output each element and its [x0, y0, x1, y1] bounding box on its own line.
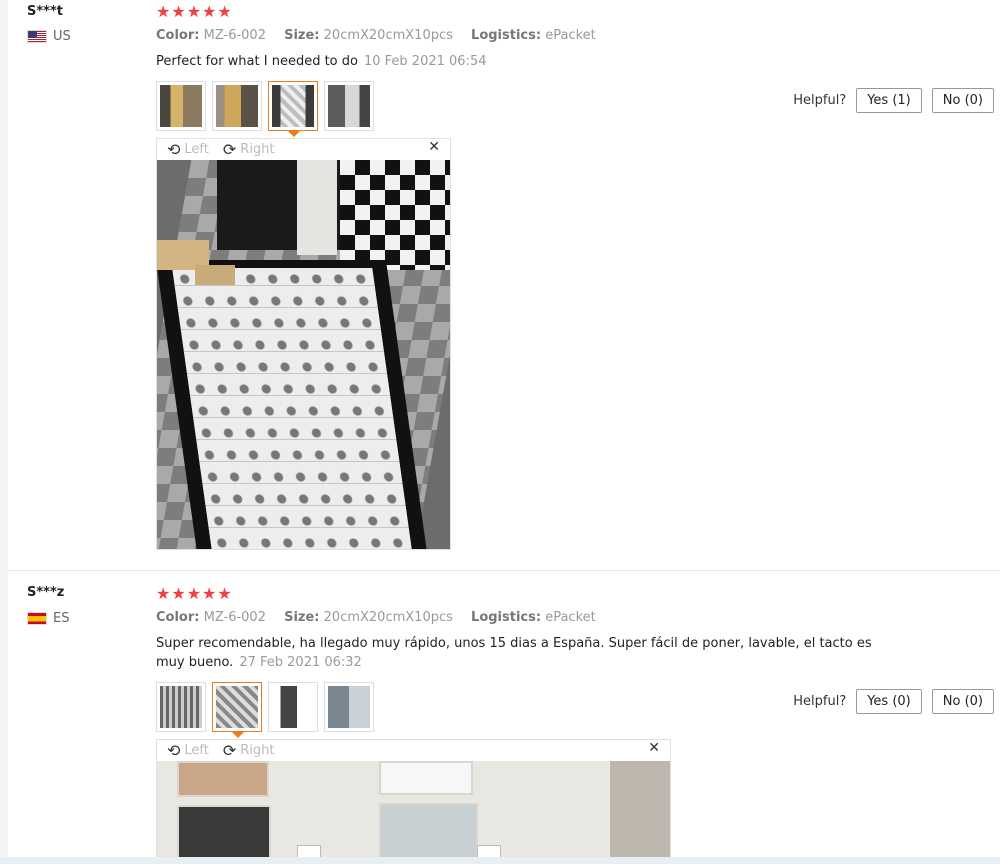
reviewer-name: S***t [27, 4, 63, 19]
country-code: US [53, 29, 71, 44]
helpful-label: Helpful? [793, 93, 847, 108]
review-thumbnail[interactable] [268, 682, 318, 732]
review-attributes: Color: MZ-6-002 Size: 20cmX20cmX10pcs Lo… [156, 28, 610, 43]
review-date: 10 Feb 2021 06:54 [363, 54, 487, 69]
review-thumbnail-selected[interactable] [212, 682, 262, 738]
rotate-left-button[interactable]: ⟲ Left [167, 741, 209, 760]
star-rating: ★★★★★ [156, 584, 233, 603]
review-thumbnail[interactable] [156, 682, 206, 732]
viewer-toolbar: ⟲ Left ⟳ Right ✕ [157, 139, 450, 160]
country-code: ES [53, 611, 70, 626]
helpful-no-button[interactable]: No (0) [931, 88, 994, 113]
image-viewer: ⟲ Left ⟳ Right ✕ [156, 138, 451, 550]
review-thumbnail[interactable] [212, 81, 262, 131]
review-thumbnail[interactable] [156, 81, 206, 131]
review-thumbnail[interactable] [324, 81, 374, 131]
review-text: Super recomendable, ha llegado muy rápid… [156, 636, 872, 670]
review-date: 27 Feb 2021 06:32 [239, 655, 362, 670]
review-attributes: Color: MZ-6-002 Size: 20cmX20cmX10pcs Lo… [156, 610, 610, 625]
star-rating: ★★★★★ [156, 2, 233, 21]
attr-color: Color: MZ-6-002 [156, 610, 266, 625]
helpful-yes-button[interactable]: Yes (0) [856, 689, 922, 714]
review-photo-large [157, 160, 450, 549]
rotate-left-icon: ⟲ [167, 140, 181, 159]
attr-size: Size: 20cmX20cmX10pcs [284, 610, 453, 625]
review-thumbnails [156, 682, 374, 738]
helpful-label: Helpful? [793, 694, 847, 709]
page-bottom-edge [0, 857, 1000, 864]
rotate-right-button[interactable]: ⟳ Right [223, 140, 275, 159]
review-item: S***z ES ★★★★★ Color: MZ-6-002 Size: 20c… [0, 571, 1000, 864]
rotate-right-icon: ⟳ [222, 741, 237, 760]
close-icon[interactable]: ✕ [648, 740, 660, 756]
review-item: S***t US ★★★★★ Color: MZ-6-002 Size: 20c… [0, 0, 1000, 570]
viewer-toolbar: ⟲ Left ⟳ Right ✕ [157, 740, 670, 761]
review-text: Perfect for what I needed to do 10 Feb 20… [156, 54, 487, 69]
reviewer-name: S***z [27, 585, 65, 600]
review-photo-large [157, 761, 670, 857]
rotate-left-icon: ⟲ [167, 741, 181, 760]
us-flag-icon [27, 30, 47, 43]
es-flag-icon [27, 612, 47, 625]
rotate-right-button[interactable]: ⟳ Right [223, 741, 275, 760]
reviewer-country: ES [27, 611, 69, 626]
helpful-yes-button[interactable]: Yes (1) [856, 88, 922, 113]
helpful-vote: Helpful? Yes (1) No (0) [793, 88, 994, 113]
image-viewer: ⟲ Left ⟳ Right ✕ [156, 739, 671, 858]
rotate-left-button[interactable]: ⟲ Left [167, 140, 209, 159]
review-thumbnails [156, 81, 374, 137]
reviewer-country: US [27, 29, 71, 44]
review-thumbnail[interactable] [324, 682, 374, 732]
attr-logistics: Logistics: ePacket [471, 610, 596, 625]
rotate-right-icon: ⟳ [222, 140, 237, 159]
helpful-no-button[interactable]: No (0) [931, 689, 994, 714]
close-icon[interactable]: ✕ [428, 139, 440, 155]
attr-logistics: Logistics: ePacket [471, 28, 596, 43]
review-thumbnail-selected[interactable] [268, 81, 318, 137]
helpful-vote: Helpful? Yes (0) No (0) [793, 689, 994, 714]
attr-size: Size: 20cmX20cmX10pcs [284, 28, 453, 43]
attr-color: Color: MZ-6-002 [156, 28, 266, 43]
